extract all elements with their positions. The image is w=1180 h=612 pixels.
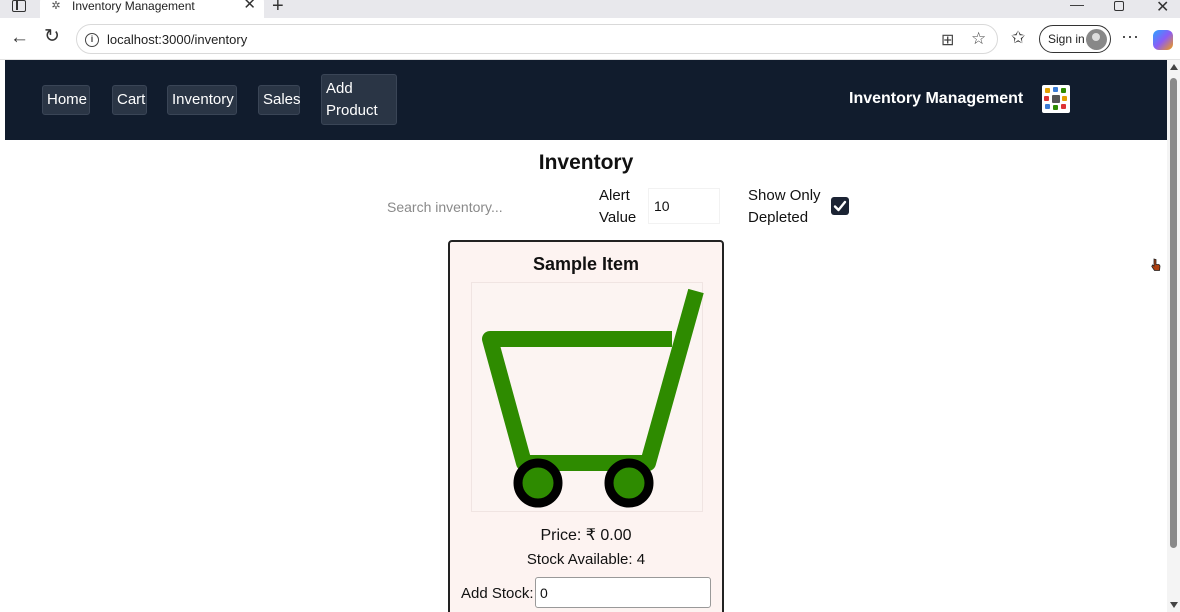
page-viewport: Home Cart Inventory Sales Add Product In… bbox=[5, 60, 1167, 612]
browser-toolbar: ← ↻ i localhost:3000/inventory ⊞ ☆ ✩ Sig… bbox=[0, 18, 1180, 60]
more-options-icon[interactable]: ··· bbox=[1121, 26, 1139, 47]
back-arrow-icon[interactable]: ← bbox=[10, 28, 29, 48]
nav-sales-link[interactable]: Sales bbox=[258, 85, 301, 115]
copilot-icon[interactable] bbox=[1153, 30, 1173, 50]
item-price: Price: ₹ 0.00 bbox=[540, 527, 632, 544]
page-title: Inventory bbox=[538, 151, 634, 174]
browser-tab[interactable]: ✲ Inventory Management ✕ bbox=[40, 0, 264, 18]
brand-title: Inventory Management bbox=[849, 90, 1024, 107]
nav-add-product-link[interactable]: Add Product bbox=[321, 74, 397, 125]
sign-in-label: Sign in bbox=[1048, 32, 1085, 46]
tab-title: Inventory Management bbox=[72, 0, 195, 13]
nav-home-link[interactable]: Home bbox=[42, 85, 90, 115]
tab-close-icon[interactable]: ✕ bbox=[243, 0, 256, 13]
page-scrollbar[interactable] bbox=[1167, 60, 1180, 612]
product-image bbox=[471, 282, 704, 512]
sidebar-toggle-icon[interactable] bbox=[12, 0, 26, 12]
window-close-icon[interactable]: ✕ bbox=[1156, 0, 1169, 17]
address-bar[interactable]: i localhost:3000/inventory ⊞ ☆ bbox=[76, 24, 998, 54]
tab-favicon-icon: ✲ bbox=[51, 0, 61, 12]
reload-icon[interactable]: ↻ bbox=[44, 27, 60, 47]
item-name: Sample Item bbox=[532, 254, 640, 274]
brand-logo-icon bbox=[1042, 85, 1070, 113]
app-navbar: Home Cart Inventory Sales Add Product In… bbox=[5, 60, 1167, 140]
favorites-icon[interactable]: ✩ bbox=[1011, 28, 1025, 48]
favorite-star-icon[interactable]: ☆ bbox=[971, 29, 986, 49]
new-tab-icon[interactable]: + bbox=[272, 0, 284, 16]
item-stock-available: Stock Available: 4 bbox=[526, 551, 646, 568]
mouse-pointer-icon bbox=[1151, 258, 1161, 271]
minimize-icon[interactable]: — bbox=[1070, 0, 1084, 12]
inventory-item-card: Sample Item Price: ₹ 0.00 Stock Availabl… bbox=[448, 240, 724, 612]
browser-tab-strip: ✲ Inventory Management ✕ + — ✕ bbox=[0, 0, 1180, 18]
shopping-cart-icon bbox=[482, 288, 704, 508]
show-only-depleted-checkbox[interactable] bbox=[831, 197, 849, 215]
nav-cart-link[interactable]: Cart bbox=[112, 85, 147, 115]
show-only-depleted-label: Show Only Depleted bbox=[748, 187, 821, 226]
nav-inventory-link[interactable]: Inventory bbox=[167, 85, 237, 115]
alert-value-label: Alert Value bbox=[599, 187, 637, 226]
profile-avatar-icon bbox=[1086, 29, 1107, 50]
checkmark-icon bbox=[833, 200, 847, 212]
url-text[interactable]: localhost:3000/inventory bbox=[107, 32, 247, 47]
restore-icon[interactable] bbox=[1114, 1, 1124, 11]
sign-in-button[interactable]: Sign in bbox=[1039, 25, 1111, 53]
scroll-up-icon[interactable] bbox=[1170, 64, 1178, 70]
alert-value-input[interactable] bbox=[648, 188, 720, 224]
app-available-icon[interactable]: ⊞ bbox=[941, 30, 954, 50]
site-info-icon[interactable]: i bbox=[85, 33, 99, 47]
scroll-down-icon[interactable] bbox=[1170, 602, 1178, 608]
add-stock-label: Add Stock: bbox=[461, 585, 534, 602]
scroll-thumb[interactable] bbox=[1170, 78, 1177, 548]
add-stock-input[interactable] bbox=[535, 577, 711, 608]
search-input[interactable] bbox=[379, 190, 593, 224]
